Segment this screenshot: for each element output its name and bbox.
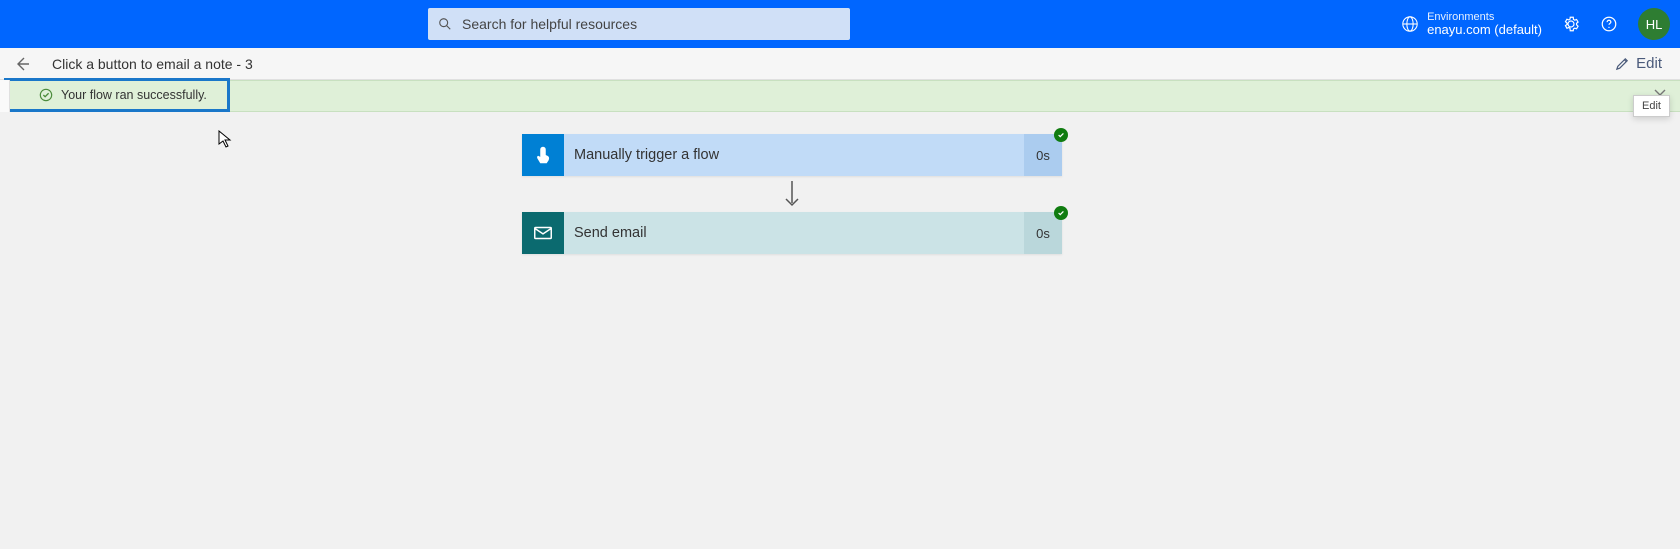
back-button[interactable] — [14, 56, 38, 72]
settings-button[interactable] — [1562, 15, 1580, 33]
help-icon — [1600, 15, 1618, 33]
success-banner-text: Your flow ran successfully. — [61, 88, 207, 102]
pencil-icon — [1615, 56, 1630, 71]
search-icon — [438, 17, 452, 31]
edit-tooltip: Edit — [1633, 95, 1670, 117]
flow-step-action[interactable]: Send email 0s — [522, 212, 1062, 254]
arrow-left-icon — [14, 56, 30, 72]
step-label: Manually trigger a flow — [564, 134, 1024, 176]
breadcrumb-bar: Click a button to email a note - 3 Edit — [0, 48, 1680, 80]
avatar[interactable]: HL — [1638, 8, 1670, 40]
check-circle-icon — [39, 88, 53, 102]
step-icon — [522, 212, 564, 254]
gear-icon — [1562, 15, 1580, 33]
environment-picker[interactable]: Environments enayu.com (default) — [1401, 11, 1542, 37]
top-bar: Search for helpful resources Environment… — [0, 0, 1680, 48]
mail-icon — [532, 222, 554, 244]
search-placeholder: Search for helpful resources — [462, 16, 637, 32]
touch-icon — [532, 144, 554, 166]
step-icon — [522, 134, 564, 176]
status-badge — [1054, 128, 1068, 142]
flow-canvas[interactable]: Manually trigger a flow 0s Send email 0s — [0, 112, 1680, 549]
check-icon — [1057, 209, 1065, 217]
search-input[interactable]: Search for helpful resources — [428, 8, 850, 40]
flow-steps: Manually trigger a flow 0s Send email 0s — [522, 134, 1062, 254]
help-button[interactable] — [1600, 15, 1618, 33]
arrow-down-icon — [782, 179, 802, 209]
globe-icon — [1401, 15, 1419, 33]
flow-arrow — [522, 176, 1062, 212]
page-title: Click a button to email a note - 3 — [52, 56, 253, 72]
flow-step-trigger[interactable]: Manually trigger a flow 0s — [522, 134, 1062, 176]
avatar-initials: HL — [1646, 17, 1663, 32]
environment-label: Environments — [1427, 11, 1542, 23]
top-right: Environments enayu.com (default) HL — [1401, 8, 1670, 40]
edit-tooltip-text: Edit — [1642, 100, 1661, 112]
environment-text: Environments enayu.com (default) — [1427, 11, 1542, 37]
success-banner: Your flow ran successfully. — [0, 80, 1680, 112]
edit-label: Edit — [1636, 55, 1662, 72]
step-label: Send email — [564, 212, 1024, 254]
status-badge — [1054, 206, 1068, 220]
edit-button[interactable]: Edit — [1615, 55, 1662, 72]
environment-value: enayu.com (default) — [1427, 23, 1542, 37]
success-banner-highlight: Your flow ran successfully. — [4, 78, 230, 112]
check-icon — [1057, 131, 1065, 139]
